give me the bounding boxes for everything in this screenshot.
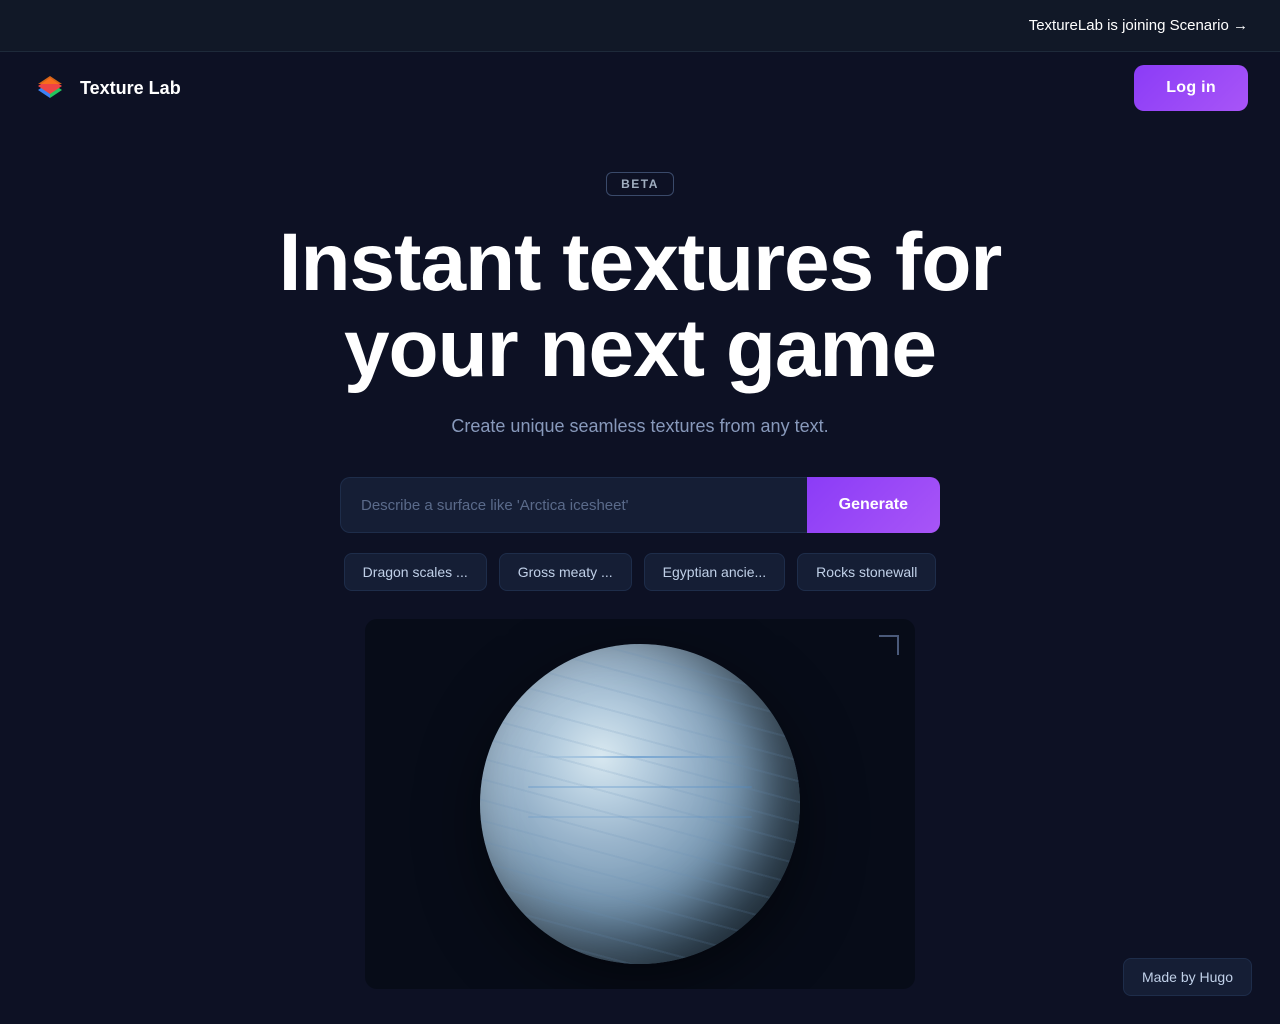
navbar: Texture Lab Log in <box>0 52 1280 124</box>
beta-badge: BETA <box>606 172 674 196</box>
hero-title-line1: Instant textures for <box>279 217 1002 308</box>
preview-corner-icon <box>879 635 899 655</box>
chip-dragon-scales[interactable]: Dragon scales ... <box>344 553 487 591</box>
preview-area <box>365 619 915 989</box>
main-content: BETA Instant textures for your next game… <box>0 124 1280 989</box>
made-by-badge: Made by Hugo <box>1123 958 1252 996</box>
chip-egyptian[interactable]: Egyptian ancie... <box>644 553 786 591</box>
generate-button[interactable]: Generate <box>807 477 940 533</box>
logo-text: Texture Lab <box>80 78 181 99</box>
announcement-bar: TextureLab is joining Scenario → <box>0 0 1280 52</box>
login-button[interactable]: Log in <box>1134 65 1248 111</box>
chips-area: Dragon scales ... Gross meaty ... Egypti… <box>340 553 940 591</box>
logo-area: Texture Lab <box>32 70 181 106</box>
hero-subtitle: Create unique seamless textures from any… <box>451 416 828 437</box>
search-area: Generate <box>340 477 940 533</box>
announcement-link[interactable]: TextureLab is joining Scenario → <box>1029 17 1248 34</box>
hero-title: Instant textures for your next game <box>279 220 1002 392</box>
chip-gross-meaty[interactable]: Gross meaty ... <box>499 553 632 591</box>
search-input[interactable] <box>340 477 807 533</box>
hero-title-line2: your next game <box>344 303 936 394</box>
chip-rocks-stonewall[interactable]: Rocks stonewall <box>797 553 936 591</box>
logo-icon <box>32 70 68 106</box>
texture-sphere <box>480 644 800 964</box>
